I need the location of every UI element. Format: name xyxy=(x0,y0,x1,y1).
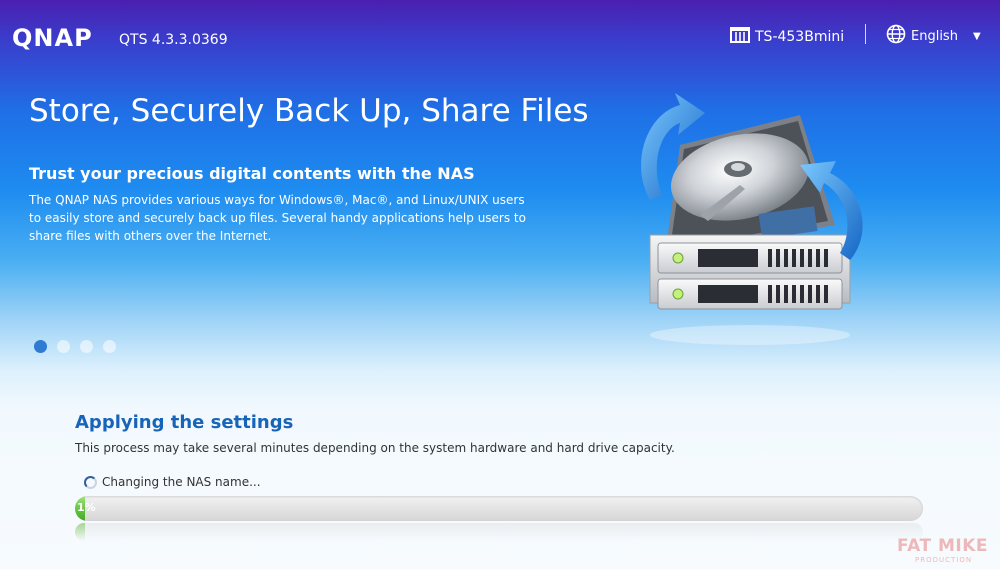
header-divider xyxy=(865,24,866,44)
hero-title: Store, Securely Back Up, Share Files xyxy=(29,93,589,129)
watermark-subtext: PRODUCTION xyxy=(915,556,973,564)
hero-description: The QNAP NAS provides various ways for W… xyxy=(29,193,526,243)
qnap-logo: QNAP xyxy=(12,24,93,52)
device-model-label: TS-453Bmini xyxy=(755,29,845,45)
language-label: English xyxy=(911,28,958,44)
progress-label: 1% xyxy=(77,501,96,514)
setup-title: Applying the settings xyxy=(75,412,294,433)
slide-dot-2[interactable] xyxy=(57,340,70,353)
language-selector[interactable]: English ▼ xyxy=(886,24,981,48)
nas-illustration xyxy=(641,93,863,345)
chevron-down-icon: ▼ xyxy=(972,30,981,42)
slide-dot-3[interactable] xyxy=(80,340,93,353)
slide-dot-4[interactable] xyxy=(103,340,116,353)
setup-status: Changing the NAS name... xyxy=(84,475,261,489)
globe-icon xyxy=(886,24,906,48)
setup-description: This process may take several minutes de… xyxy=(75,441,675,455)
progress-reflection xyxy=(75,523,923,541)
spinner-icon xyxy=(84,475,97,489)
watermark: FAT MIKE xyxy=(897,536,989,556)
progress-bar: 1% xyxy=(75,496,923,521)
slide-dot-1[interactable] xyxy=(34,340,47,353)
device-model: TS-453Bmini xyxy=(730,26,844,48)
firmware-version: QTS 4.3.3.0369 xyxy=(119,32,228,48)
slide-indicators xyxy=(34,340,116,353)
server-icon xyxy=(730,26,750,48)
hero-subtitle: Trust your precious digital contents wit… xyxy=(29,164,475,183)
status-text: Changing the NAS name... xyxy=(102,475,261,489)
